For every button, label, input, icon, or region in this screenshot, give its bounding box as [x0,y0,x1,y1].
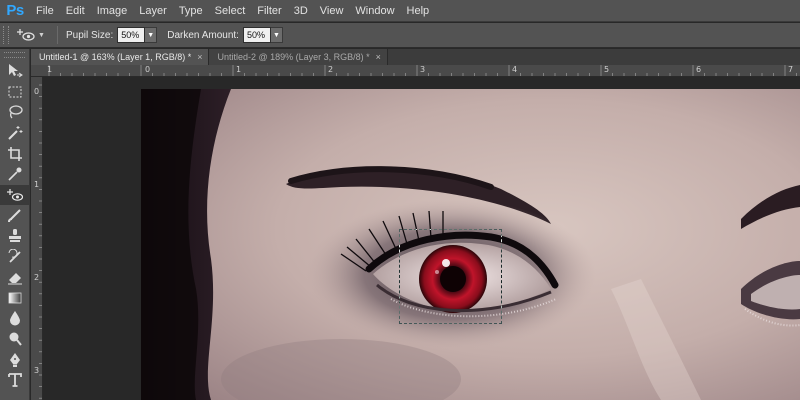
ruler-label: 1 [34,180,40,189]
lasso-tool[interactable] [0,102,30,123]
menu-image[interactable]: Image [91,0,134,22]
document-workspace[interactable] [44,78,800,400]
magic-wand-tool[interactable] [0,123,30,144]
chevron-down-icon: ▼ [273,31,280,39]
eraser-tool[interactable] [0,267,30,288]
options-bar-grip[interactable] [3,26,9,44]
red-eye-selection-marquee[interactable] [399,229,502,324]
type-tool-icon [8,373,22,388]
options-bar: ▼ Pupil Size: 50% ▼ Darken Amount: 50% ▼ [0,23,800,48]
eyedropper-icon [8,167,22,181]
gradient-tool[interactable] [0,288,30,309]
ruler-label: 6 [696,65,702,74]
tab-untitled-1[interactable]: Untitled-1 @ 163% (Layer 1, RGB/8) * × [31,49,210,65]
red-eye-tool[interactable] [0,184,30,206]
brush-tool[interactable] [0,205,30,226]
eyedropper-tool[interactable] [0,164,30,185]
pupil-size-dropdown[interactable]: ▼ [145,27,158,43]
tools-panel [0,49,30,400]
blur-tool[interactable] [0,308,30,329]
crop-tool[interactable] [0,143,30,164]
darken-amount-label: Darken Amount: [167,29,239,41]
ruler-label: 1 [47,65,53,74]
pen-tool-icon [10,352,20,367]
ruler-label: 3 [34,366,40,375]
chevron-down-icon: ▼ [38,31,45,39]
move-tool[interactable] [0,61,30,82]
chevron-down-icon: ▼ [147,31,155,39]
ruler-label: 2 [34,273,40,282]
tools-panel-grip[interactable] [4,52,25,58]
menu-layer[interactable]: Layer [133,0,173,22]
ruler-label: 3 [420,65,426,74]
blur-tool-icon [10,311,20,326]
red-eye-tool-icon [7,188,23,201]
menu-help[interactable]: Help [401,0,436,22]
menu-type[interactable]: Type [173,0,209,22]
lasso-tool-icon [9,105,23,119]
brush-tool-icon [8,209,21,223]
menu-view[interactable]: View [314,0,350,22]
menu-filter[interactable]: Filter [251,0,287,22]
photoshop-logo: Ps [6,2,24,19]
menu-bar: Ps File Edit Image Layer Type Select Fil… [0,0,800,22]
tab-label: Untitled-1 @ 163% (Layer 1, RGB/8) * [39,52,192,62]
darken-amount-dropdown[interactable]: ▼ [270,27,283,43]
pupil-size-input[interactable]: 50% [117,27,146,43]
move-tool-icon [9,64,23,78]
ruler-label: 0 [34,87,40,96]
ruler-label: 1 [236,65,242,74]
ruler-label: 2 [328,65,334,74]
marquee-tool-icon [8,86,22,98]
history-brush-icon [8,248,21,263]
crop-tool-icon [8,146,22,161]
ruler-label: 5 [604,65,610,74]
type-tool[interactable] [0,370,30,391]
menu-3d[interactable]: 3D [288,0,314,22]
menu-edit[interactable]: Edit [60,0,91,22]
pupil-size-label: Pupil Size: [66,29,114,41]
dodge-tool-icon [9,332,22,346]
marquee-tool[interactable] [0,82,30,103]
eraser-icon [8,273,22,285]
red-eye-tool-icon [17,29,35,41]
close-icon[interactable]: × [197,52,202,62]
clone-stamp-icon [9,229,21,243]
menu-select[interactable]: Select [209,0,252,22]
tool-preset-picker[interactable]: ▼ [17,28,49,42]
history-brush-tool[interactable] [0,246,30,267]
tab-label: Untitled-2 @ 189% (Layer 3, RGB/8) * [217,52,370,62]
darken-amount-input[interactable]: 50% [242,27,271,43]
vertical-ruler[interactable]: 0 1 2 3 [31,77,43,400]
close-icon[interactable]: × [376,52,381,62]
ruler-label: 4 [512,65,518,74]
dodge-tool[interactable] [0,329,30,350]
horizontal-ruler[interactable]: 1 0 1 2 3 4 5 6 7 [31,65,800,77]
document-tab-bar: Untitled-1 @ 163% (Layer 1, RGB/8) * × U… [31,49,800,65]
menu-file[interactable]: File [30,0,60,22]
gradient-tool-icon [8,292,22,304]
pen-tool[interactable] [0,349,30,370]
magic-wand-icon [8,126,23,140]
separator [57,26,58,44]
ruler-label: 7 [788,65,794,74]
ruler-label: 0 [145,65,151,74]
tab-untitled-2[interactable]: Untitled-2 @ 189% (Layer 3, RGB/8) * × [209,49,388,65]
clone-stamp-tool[interactable] [0,226,30,247]
menu-window[interactable]: Window [349,0,400,22]
